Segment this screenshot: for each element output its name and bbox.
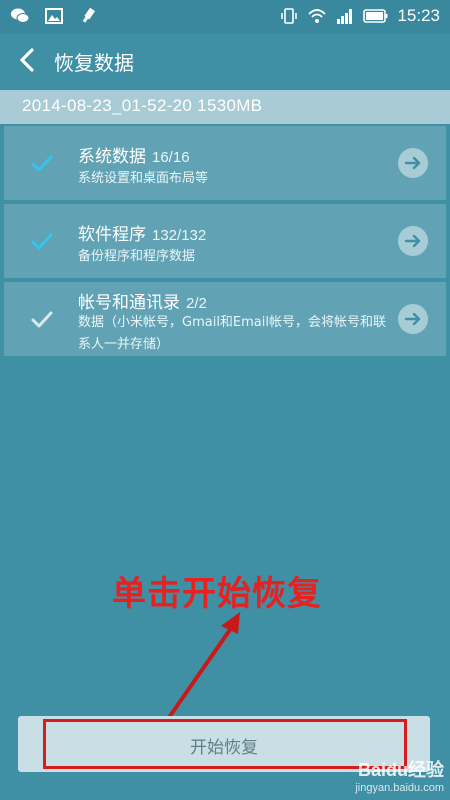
wechat-icon: [11, 8, 30, 23]
watermark: Baidu经验 jingyan.baidu.com: [355, 756, 444, 794]
item-count: 2/2: [186, 295, 207, 312]
backup-info-bar: 2014-08-23_01-52-20 1530MB: [0, 90, 450, 124]
status-time: 15:23: [397, 6, 440, 25]
arrow-right-icon: [404, 234, 421, 248]
checkmark-icon[interactable]: [30, 308, 54, 332]
status-bar-system: 15:23: [279, 6, 440, 26]
item-title-text: 帐号和通讯录: [78, 293, 180, 313]
restore-item-system-data[interactable]: 系统数据 16/16 系统设置和桌面布局等: [4, 126, 446, 200]
backup-info-label: 2014-08-23_01-52-20 1530MB: [22, 96, 263, 115]
item-title-text: 系统数据: [78, 147, 146, 167]
item-detail-button[interactable]: [398, 226, 428, 256]
item-detail-button[interactable]: [398, 304, 428, 334]
item-detail-button[interactable]: [398, 148, 428, 178]
image-icon: [45, 8, 63, 24]
checkmark-icon[interactable]: [30, 230, 54, 254]
watermark-url: jingyan.baidu.com: [355, 782, 444, 794]
status-bar-notifications: [10, 6, 98, 26]
wifi-icon: [308, 9, 327, 23]
page-title: 恢复数据: [54, 51, 134, 75]
item-title-text: 软件程序: [78, 225, 146, 245]
vibrate-icon: [281, 8, 298, 24]
status-bar: 15:23: [0, 0, 450, 34]
restore-item-apps[interactable]: 软件程序 132/132 备份程序和程序数据: [4, 204, 446, 278]
item-title: 软件程序 132/132: [78, 220, 206, 245]
watermark-logo: Baidu经验: [357, 760, 444, 780]
arrow-right-icon: [404, 156, 421, 170]
signal-icon: [337, 9, 353, 24]
restore-item-accounts-contacts[interactable]: 帐号和通讯录 2/2 数据（小米帐号，Gmail和Email帐号，会将帐号和联系人…: [4, 282, 446, 356]
battery-icon: [363, 9, 388, 23]
annotation-highlight-box: [43, 719, 407, 769]
annotation-label: 单击开始恢复: [112, 574, 322, 614]
usb-icon: [82, 7, 96, 23]
item-description: 系统设置和桌面布局等: [78, 171, 209, 186]
app-header: 恢复数据: [0, 34, 450, 88]
item-title: 系统数据 16/16: [78, 142, 190, 167]
arrow-right-icon: [404, 312, 421, 326]
item-title: 帐号和通讯录 2/2: [78, 288, 207, 313]
item-description: 备份程序和程序数据: [78, 249, 196, 264]
chevron-left-icon[interactable]: [16, 46, 40, 74]
checkmark-icon[interactable]: [30, 152, 54, 176]
item-description: 数据（小米帐号，Gmail和Email帐号，会将帐号和联系人一并存储）: [78, 315, 386, 352]
item-count: 132/132: [152, 227, 207, 244]
item-count: 16/16: [152, 149, 190, 166]
